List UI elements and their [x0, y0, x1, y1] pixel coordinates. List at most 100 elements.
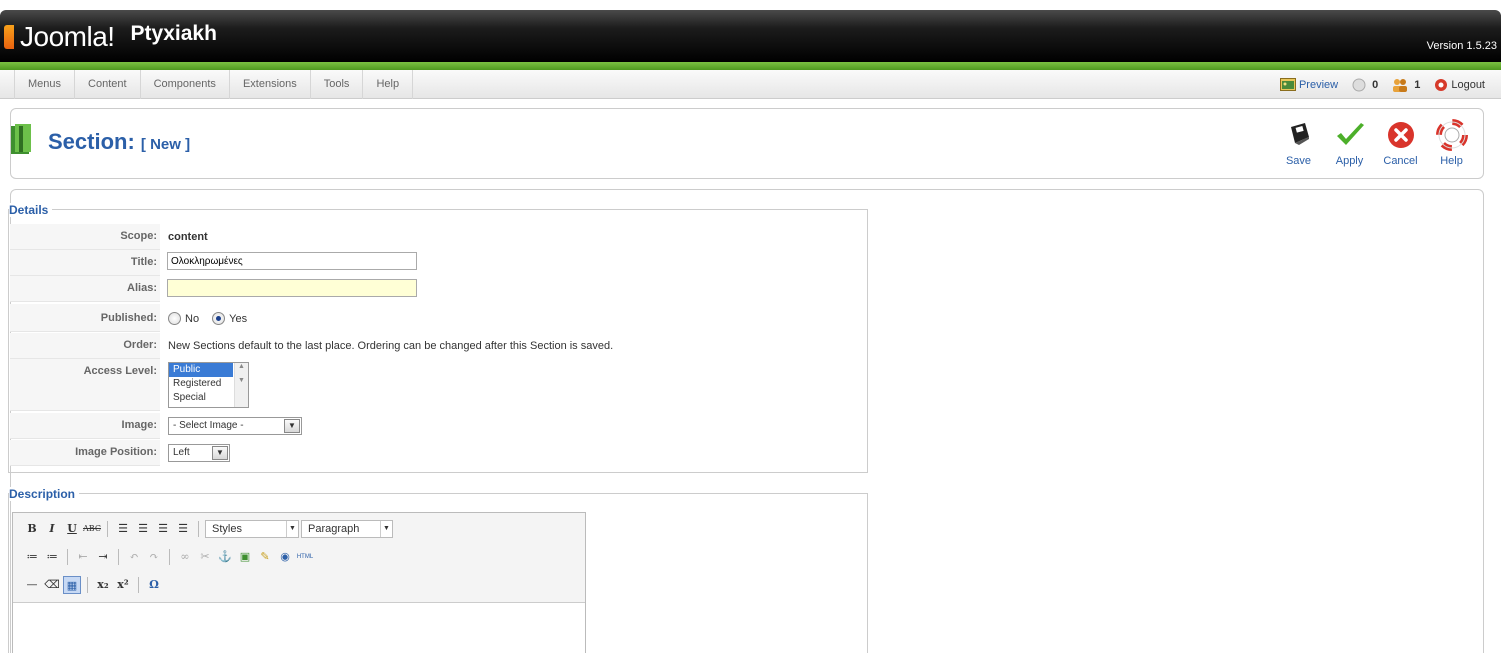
- menu-bar: Menus Content Components Extensions Tool…: [0, 70, 1501, 99]
- page-title: Section: [ New ]: [48, 129, 190, 155]
- apply-button[interactable]: Apply: [1324, 119, 1375, 167]
- access-option-public[interactable]: Public: [169, 363, 233, 377]
- toolbar-buttons: Save Apply Cancel Help: [1273, 119, 1477, 167]
- special-character-icon[interactable]: Ω: [145, 576, 163, 594]
- header-bar: Joomla! Ptyxiakh Version 1.5.23: [0, 10, 1501, 62]
- main-menu: Menus Content Components Extensions Tool…: [14, 70, 414, 99]
- preview-icon: [1279, 78, 1296, 91]
- access-option-special[interactable]: Special: [169, 391, 233, 405]
- italic-icon[interactable]: I: [43, 520, 61, 538]
- details-legend: Details: [9, 203, 53, 217]
- published-yes-label: Yes: [229, 312, 248, 325]
- align-center-icon[interactable]: ☰: [134, 520, 152, 538]
- superscript-icon[interactable]: x²: [114, 576, 132, 594]
- menu-item-menus[interactable]: Menus: [14, 70, 76, 99]
- numbered-list-icon[interactable]: ≔: [43, 548, 61, 566]
- image-select-value: - Select Image -: [173, 420, 244, 431]
- save-button[interactable]: Save: [1273, 119, 1324, 167]
- image-label: Image:: [10, 413, 160, 439]
- logout-label: Logout: [1451, 78, 1485, 91]
- toolbar-separator: [138, 577, 139, 593]
- scope-label: Scope:: [10, 224, 160, 250]
- messages-count[interactable]: 0: [1372, 79, 1378, 91]
- editor-text-area[interactable]: [13, 602, 585, 653]
- undo-icon[interactable]: ↶: [125, 548, 143, 566]
- save-icon: [1290, 123, 1309, 145]
- align-right-icon[interactable]: ☰: [154, 520, 172, 538]
- header-green-stripe: [0, 62, 1501, 70]
- outdent-icon[interactable]: ⇤: [74, 548, 92, 566]
- logout-icon: [1435, 78, 1448, 91]
- cancel-button[interactable]: Cancel: [1375, 119, 1426, 167]
- toolbar-separator: [198, 521, 199, 537]
- indent-icon[interactable]: ⇥: [94, 548, 112, 566]
- editor-toolbar-row-2: ≔ ≔ ⇤ ⇥ ↶ ↷ ∞ ✂ ⚓ ▣ ✎ ◉ HTML: [23, 547, 314, 567]
- chevron-down-icon: ▼: [284, 419, 300, 433]
- cancel-label: Cancel: [1383, 155, 1418, 167]
- description-editor: B I U ABC ☰ ☰ ☰ ☰ Styles ▼ Paragraph ▼ ≔…: [12, 512, 586, 653]
- page-title-text: Section:: [48, 129, 135, 154]
- html-source-icon[interactable]: HTML: [296, 548, 314, 566]
- help-circle-icon[interactable]: ◉: [276, 548, 294, 566]
- save-label: Save: [1285, 155, 1312, 167]
- menu-item-components[interactable]: Components: [141, 70, 230, 99]
- published-yes-radio[interactable]: [212, 312, 226, 325]
- link-icon[interactable]: ∞: [176, 548, 194, 566]
- cleanup-icon[interactable]: ✎: [256, 548, 274, 566]
- help-button[interactable]: Help: [1426, 119, 1477, 167]
- image-position-value: Left: [173, 447, 190, 458]
- menu-item-help[interactable]: Help: [363, 70, 414, 99]
- published-no-label: No: [185, 312, 200, 325]
- redo-icon[interactable]: ↷: [145, 548, 163, 566]
- image-position-select[interactable]: Left ▼: [168, 444, 230, 462]
- image-position-label: Image Position:: [10, 440, 160, 466]
- chevron-down-icon: ▼: [212, 446, 228, 460]
- align-left-icon[interactable]: ☰: [114, 520, 132, 538]
- toolbar-separator: [118, 549, 119, 565]
- users-online-count[interactable]: 1: [1414, 79, 1420, 91]
- joomla-logo-icon: [4, 25, 14, 49]
- section-icon: [11, 124, 31, 154]
- menu-item-content[interactable]: Content: [75, 70, 141, 99]
- image-insert-icon[interactable]: ▣: [236, 548, 254, 566]
- published-label: Published:: [10, 304, 160, 332]
- format-select-value: Paragraph: [308, 523, 360, 535]
- toolbar-separator: [67, 549, 68, 565]
- bullet-list-icon[interactable]: ≔: [23, 548, 41, 566]
- menu-item-tools[interactable]: Tools: [311, 70, 364, 99]
- chevron-down-icon: ▼: [286, 521, 298, 537]
- underline-icon[interactable]: U: [63, 520, 81, 538]
- access-option-registered[interactable]: Registered: [169, 377, 233, 391]
- status-area: Preview 0 1 Logout: [1279, 70, 1485, 99]
- menu-item-extensions[interactable]: Extensions: [230, 70, 311, 99]
- logout-link[interactable]: Logout: [1434, 78, 1485, 92]
- anchor-icon[interactable]: ⚓: [216, 548, 234, 566]
- access-level-label: Access Level:: [10, 359, 160, 411]
- strikethrough-icon[interactable]: ABC: [83, 520, 101, 538]
- remove-format-icon[interactable]: ⌫: [43, 576, 61, 594]
- order-text: New Sections default to the last place. …: [168, 340, 614, 352]
- alias-input[interactable]: [167, 279, 417, 297]
- styles-select[interactable]: Styles ▼: [205, 520, 299, 538]
- access-level-listbox[interactable]: Public Registered Special ▲ ▼: [168, 362, 249, 408]
- messages-icon: [1352, 78, 1366, 91]
- title-input[interactable]: [167, 252, 417, 270]
- visual-aid-icon[interactable]: ▦: [63, 576, 81, 594]
- version-label: Version 1.5.23: [1426, 40, 1497, 52]
- scope-value: content: [168, 231, 208, 243]
- description-legend: Description: [9, 487, 80, 501]
- horizontal-rule-icon[interactable]: —: [23, 576, 41, 594]
- format-select[interactable]: Paragraph ▼: [301, 520, 393, 538]
- access-listbox-scrollbar[interactable]: ▲ ▼: [234, 363, 248, 407]
- lifebuoy-icon: [1435, 119, 1468, 151]
- subscript-icon[interactable]: x₂: [94, 576, 112, 594]
- bold-icon[interactable]: B: [23, 520, 41, 538]
- preview-link[interactable]: Preview: [1279, 78, 1339, 91]
- unlink-icon[interactable]: ✂: [196, 548, 214, 566]
- toolbar-separator: [87, 577, 88, 593]
- image-select[interactable]: - Select Image - ▼: [168, 417, 302, 435]
- styles-select-value: Styles: [212, 523, 242, 535]
- preview-label: Preview: [1298, 78, 1339, 91]
- published-no-radio[interactable]: [168, 312, 181, 325]
- align-justify-icon[interactable]: ☰: [174, 520, 192, 538]
